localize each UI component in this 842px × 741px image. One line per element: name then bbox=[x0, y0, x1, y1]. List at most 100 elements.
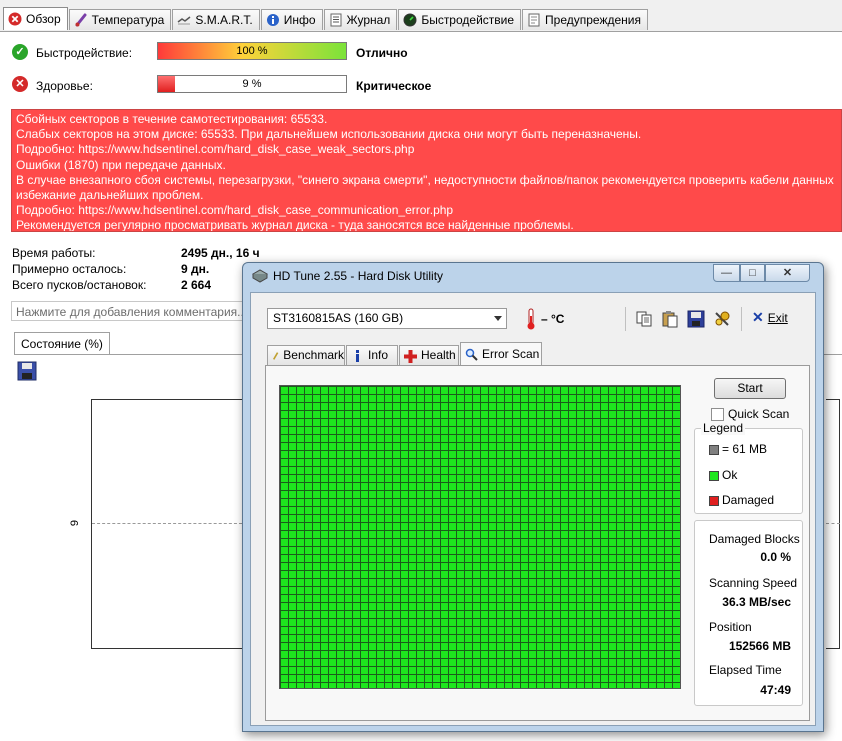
performance-bar: 100 % bbox=[157, 42, 347, 60]
performance-verdict: Отлично bbox=[356, 46, 408, 60]
performance-label: Быстродействие: bbox=[36, 46, 133, 60]
elapsed-time-value: 47:49 bbox=[760, 683, 791, 697]
hdtune-app-icon bbox=[252, 269, 268, 283]
magnifier-icon bbox=[465, 348, 478, 361]
tab-info-label: Инфо bbox=[283, 13, 316, 27]
check-icon: ✓ bbox=[12, 44, 28, 60]
damaged-blocks-label: Damaged Blocks bbox=[709, 532, 800, 546]
message-line: Рекомендуется регулярно просматривать жу… bbox=[16, 218, 574, 232]
damaged-blocks-value: 0.0 % bbox=[760, 550, 791, 564]
legend-block-swatch bbox=[709, 444, 719, 455]
toolbar-separator bbox=[741, 307, 742, 331]
legend-block-size: = 61 MB bbox=[709, 442, 767, 456]
tab-info[interactable]: Инфо bbox=[260, 9, 323, 30]
alerts-icon bbox=[528, 13, 540, 27]
legend-ok: Ok bbox=[709, 468, 737, 482]
tab-alerts[interactable]: Предупреждения bbox=[522, 9, 648, 30]
position-label: Position bbox=[709, 620, 752, 634]
health-verdict: Критическое bbox=[356, 79, 432, 93]
tab-log[interactable]: Журнал bbox=[323, 9, 398, 30]
maximize-button[interactable]: □ bbox=[740, 264, 765, 282]
message-link-weak-sectors[interactable]: Подробно: https://www.hdsentinel.com/har… bbox=[16, 142, 837, 157]
tab-performance[interactable]: Быстродействие bbox=[398, 9, 522, 30]
legend-ok-swatch bbox=[709, 470, 719, 481]
start-stop-label: Всего пусков/остановок: bbox=[12, 278, 147, 292]
tab-error-scan[interactable]: Error Scan bbox=[460, 342, 542, 366]
elapsed-time-label: Elapsed Time bbox=[709, 663, 782, 677]
start-button[interactable]: Start bbox=[714, 378, 786, 399]
tab-health[interactable]: Health bbox=[399, 345, 459, 365]
chevron-down-icon bbox=[494, 316, 502, 321]
tab-hdtune-info[interactable]: Info bbox=[346, 345, 398, 365]
tab-smart-label: S.M.A.R.T. bbox=[195, 13, 253, 27]
start-stop-value: 2 664 bbox=[181, 278, 212, 292]
chart-y-tick: 9 bbox=[69, 519, 82, 527]
tab-temperature[interactable]: Температура bbox=[68, 9, 172, 30]
scanning-speed-label: Scanning Speed bbox=[709, 576, 798, 590]
tab-health-label: Health bbox=[421, 348, 456, 362]
health-label: Здоровье: bbox=[36, 79, 93, 93]
tab-benchmark[interactable]: Benchmark bbox=[267, 345, 345, 365]
copy-icon[interactable] bbox=[635, 310, 653, 328]
drive-select[interactable]: ST3160815AS (160 GB) bbox=[267, 308, 507, 329]
health-bar: 9 % bbox=[157, 75, 347, 93]
drive-select-value: ST3160815AS (160 GB) bbox=[273, 311, 404, 325]
tab-state-percent[interactable]: Состояние (%) bbox=[14, 332, 110, 355]
message-link-communication-error[interactable]: Подробно: https://www.hdsentinel.com/har… bbox=[16, 203, 837, 218]
hdtune-body: ST3160815AS (160 GB) – °C ✕ Exit Benchma… bbox=[250, 292, 816, 726]
exit-label: Exit bbox=[767, 310, 788, 325]
save-icon[interactable] bbox=[687, 310, 705, 328]
tab-log-label: Журнал bbox=[346, 13, 391, 27]
chart-gridline bbox=[826, 523, 840, 524]
health-messages-box: Сбойных секторов в течение самотестирова… bbox=[11, 109, 842, 232]
quick-scan-label: Quick Scan bbox=[728, 407, 790, 421]
uptime-value: 2495 дн., 16 ч bbox=[181, 246, 260, 260]
error-scan-page: Start Quick Scan Legend = 61 MB Ok Damag… bbox=[265, 365, 810, 721]
tab-overview[interactable]: Обзор bbox=[3, 7, 68, 30]
close-icon: ✕ bbox=[752, 309, 764, 325]
legend-group: Legend = 61 MB Ok Damaged bbox=[694, 421, 803, 514]
comment-input[interactable]: Нажмите для добавления комментария... bbox=[11, 301, 251, 321]
tab-smart[interactable]: S.M.A.R.T. bbox=[172, 9, 260, 30]
minimize-button[interactable]: — bbox=[713, 264, 740, 282]
thermometer-icon bbox=[527, 308, 535, 330]
tab-performance-label: Быстродействие bbox=[421, 13, 515, 27]
message-line: Слабых секторов на этом диске: 65533. Пр… bbox=[16, 127, 642, 142]
position-value: 152566 MB bbox=[728, 639, 791, 653]
legend-block-label: = 61 MB bbox=[722, 442, 768, 456]
hdtune-window: HD Tune 2.55 - Hard Disk Utility — □ ✕ S… bbox=[242, 262, 824, 732]
health-percent: 9 % bbox=[242, 78, 262, 90]
performance-percent: 100 % bbox=[236, 45, 268, 57]
state-chart-plot-right bbox=[826, 399, 840, 649]
quick-scan-checkbox[interactable] bbox=[711, 408, 724, 421]
save-icon[interactable] bbox=[17, 361, 37, 381]
log-icon bbox=[330, 13, 342, 27]
legend-ok-label: Ok bbox=[722, 468, 738, 482]
uptime-label: Время работы: bbox=[12, 246, 96, 260]
error-icon bbox=[8, 12, 22, 26]
tab-benchmark-label: Benchmark bbox=[283, 348, 344, 362]
thermometer-icon bbox=[75, 13, 87, 27]
info-icon bbox=[266, 14, 279, 26]
message-line: Сбойных секторов в течение самотестирова… bbox=[16, 112, 328, 126]
info-icon bbox=[356, 349, 359, 362]
close-button[interactable]: ✕ bbox=[765, 264, 810, 282]
temperature-value: – °C bbox=[541, 312, 565, 326]
hdtune-title: HD Tune 2.55 - Hard Disk Utility bbox=[273, 269, 444, 283]
tab-temperature-label: Температура bbox=[91, 13, 165, 27]
exit-button[interactable]: ✕ Exit bbox=[752, 309, 788, 326]
error-icon: ✕ bbox=[12, 76, 28, 92]
paste-icon[interactable] bbox=[661, 310, 679, 328]
legend-damaged: Damaged bbox=[709, 493, 774, 507]
message-line: В случае внезапного сбоя системы, переза… bbox=[16, 172, 834, 187]
error-scan-block-grid bbox=[279, 385, 681, 689]
chart-gridline bbox=[92, 523, 242, 524]
options-icon[interactable] bbox=[713, 310, 731, 328]
health-cross-icon bbox=[404, 349, 417, 363]
legend-damaged-swatch bbox=[709, 495, 719, 506]
benchmark-icon bbox=[272, 351, 279, 360]
message-line: Ошибки (1870) при передаче данных. bbox=[16, 157, 226, 172]
remaining-value: 9 дн. bbox=[181, 262, 210, 276]
scanning-speed-value: 36.3 MB/sec bbox=[722, 595, 791, 609]
smart-icon bbox=[177, 16, 191, 25]
